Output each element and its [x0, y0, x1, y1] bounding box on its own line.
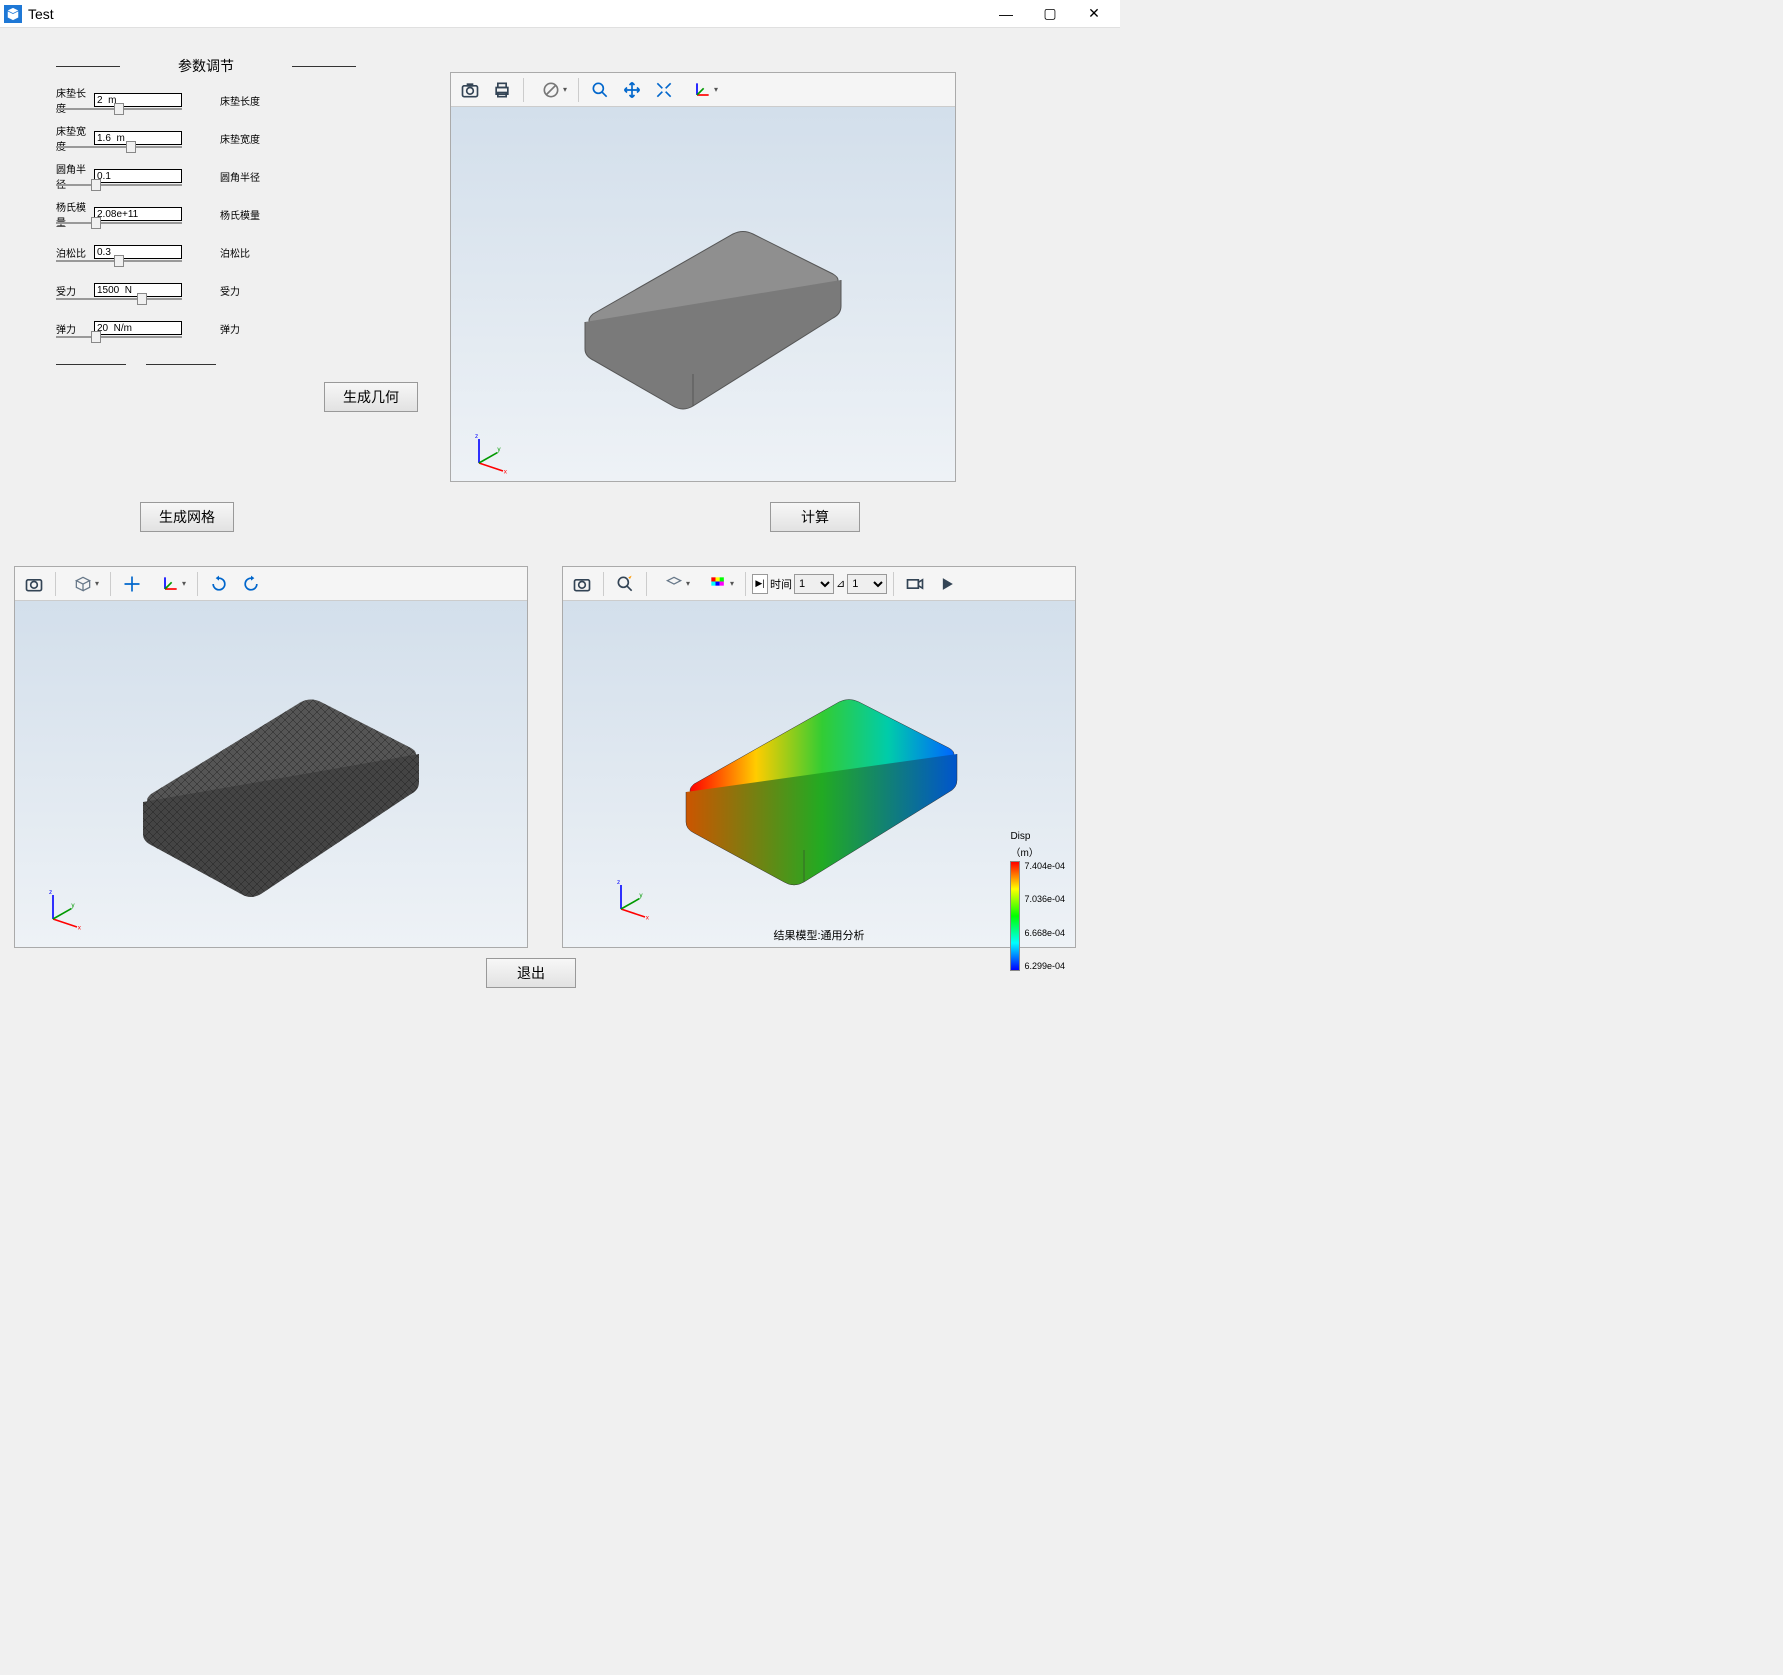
- legend-tick: 6.668e-04: [1024, 928, 1065, 938]
- time-prev-button[interactable]: ▶|: [752, 574, 768, 594]
- geometry-toolbar: [451, 73, 955, 107]
- close-button[interactable]: ✕: [1072, 1, 1116, 27]
- divider: [56, 364, 216, 365]
- app-icon: [4, 5, 22, 23]
- legend-ticks: 7.404e-04 7.036e-04 6.668e-04 6.299e-04: [1024, 861, 1065, 971]
- mesh-model: [81, 644, 461, 904]
- param-slider-length[interactable]: [56, 105, 182, 113]
- no-symbol-icon[interactable]: [530, 76, 572, 104]
- window-controls: — ▢ ✕: [984, 1, 1116, 27]
- titlebar: Test — ▢ ✕: [0, 0, 1120, 28]
- pan-icon[interactable]: [617, 76, 647, 104]
- snapshot-icon[interactable]: [567, 570, 597, 598]
- result-model: [634, 654, 1004, 894]
- svg-text:x: x: [78, 924, 82, 931]
- axis-triad: z x y: [45, 887, 85, 927]
- color-legend: Disp （m） 7.404e-04 7.036e-04 6.668e-04 6…: [1010, 831, 1065, 971]
- svg-text:x: x: [504, 468, 508, 475]
- result-viewport[interactable]: ▶| 时间 1 ⊿ 1: [562, 566, 1076, 948]
- time-select-2[interactable]: 1: [847, 574, 887, 594]
- param-row-fillet: 圆角半径 圆角半径: [56, 162, 356, 190]
- axis-orientation-icon[interactable]: [681, 76, 723, 104]
- param-slider-fillet[interactable]: [56, 181, 182, 189]
- print-icon[interactable]: [487, 76, 517, 104]
- param-desc: 床垫宽度: [220, 131, 260, 146]
- svg-text:y: y: [639, 892, 643, 899]
- time-controls: ▶| 时间 1 ⊿ 1: [752, 574, 887, 594]
- param-row-width: 床垫宽度 床垫宽度: [56, 124, 356, 152]
- quick-zoom-icon[interactable]: [610, 570, 640, 598]
- rotate-cw-icon[interactable]: [204, 570, 234, 598]
- param-slider-width[interactable]: [56, 143, 182, 151]
- legend-bar: [1010, 861, 1020, 971]
- legend-title: Disp: [1010, 831, 1065, 842]
- generate-mesh-button[interactable]: 生成网格: [140, 502, 234, 532]
- result-toolbar: ▶| 时间 1 ⊿ 1: [563, 567, 1075, 601]
- display-mode-icon[interactable]: [653, 570, 695, 598]
- slash-label: ⊿: [836, 577, 845, 590]
- param-heading: 参数调节: [56, 56, 356, 76]
- svg-text:z: z: [617, 879, 620, 886]
- param-row-youngs: 杨氏模量 杨氏模量: [56, 200, 356, 228]
- video-icon[interactable]: [900, 570, 930, 598]
- snapshot-icon[interactable]: [455, 76, 485, 104]
- param-row-length: 床垫长度 床垫长度: [56, 86, 356, 114]
- axis-triad: z x y: [471, 431, 511, 471]
- param-panel: 参数调节 床垫长度 床垫长度 床垫宽度 床垫宽度 圆角半径 圆角半径 杨氏模量 …: [56, 56, 356, 342]
- axis-triad: z x y: [613, 877, 653, 917]
- result-caption: 结果模型:通用分析: [773, 927, 864, 943]
- svg-text:x: x: [646, 914, 650, 921]
- time-select-1[interactable]: 1: [794, 574, 834, 594]
- generate-geometry-button[interactable]: 生成几何: [324, 382, 418, 412]
- param-row-spring: 弹力 弹力: [56, 314, 356, 342]
- colormap-icon[interactable]: [697, 570, 739, 598]
- axis-orientation-icon[interactable]: [149, 570, 191, 598]
- param-desc: 泊松比: [220, 245, 250, 260]
- compute-button[interactable]: 计算: [770, 502, 860, 532]
- svg-text:z: z: [475, 433, 478, 440]
- param-row-force: 受力 受力: [56, 276, 356, 304]
- maximize-button[interactable]: ▢: [1028, 1, 1072, 27]
- mesh-viewport[interactable]: z x y: [14, 566, 528, 948]
- param-row-poisson: 泊松比 泊松比: [56, 238, 356, 266]
- param-slider-youngs[interactable]: [56, 219, 182, 227]
- svg-text:y: y: [497, 446, 501, 453]
- legend-tick: 7.404e-04: [1024, 861, 1065, 871]
- param-desc: 受力: [220, 283, 240, 298]
- param-desc: 弹力: [220, 321, 240, 336]
- pan-icon[interactable]: [117, 570, 147, 598]
- time-label: 时间: [770, 576, 792, 592]
- exit-button[interactable]: 退出: [486, 958, 576, 988]
- legend-tick: 7.036e-04: [1024, 894, 1065, 904]
- rotate-ccw-icon[interactable]: [236, 570, 266, 598]
- param-desc: 圆角半径: [220, 169, 260, 184]
- geometry-viewport[interactable]: z x y: [450, 72, 956, 482]
- param-slider-spring[interactable]: [56, 333, 182, 341]
- legend-tick: 6.299e-04: [1024, 961, 1065, 971]
- mesh-toolbar: [15, 567, 527, 601]
- geometry-model: [533, 174, 873, 414]
- snapshot-icon[interactable]: [19, 570, 49, 598]
- param-desc: 床垫长度: [220, 93, 260, 108]
- param-desc: 杨氏模量: [220, 207, 260, 222]
- legend-unit: （m）: [1010, 844, 1065, 859]
- zoom-window-icon[interactable]: [585, 76, 615, 104]
- svg-text:y: y: [71, 902, 75, 909]
- display-mode-icon[interactable]: [62, 570, 104, 598]
- param-slider-poisson[interactable]: [56, 257, 182, 265]
- fit-view-icon[interactable]: [649, 76, 679, 104]
- param-slider-force[interactable]: [56, 295, 182, 303]
- minimize-button[interactable]: —: [984, 1, 1028, 27]
- window-title: Test: [28, 6, 54, 22]
- svg-text:z: z: [49, 889, 52, 896]
- play-icon[interactable]: [932, 570, 962, 598]
